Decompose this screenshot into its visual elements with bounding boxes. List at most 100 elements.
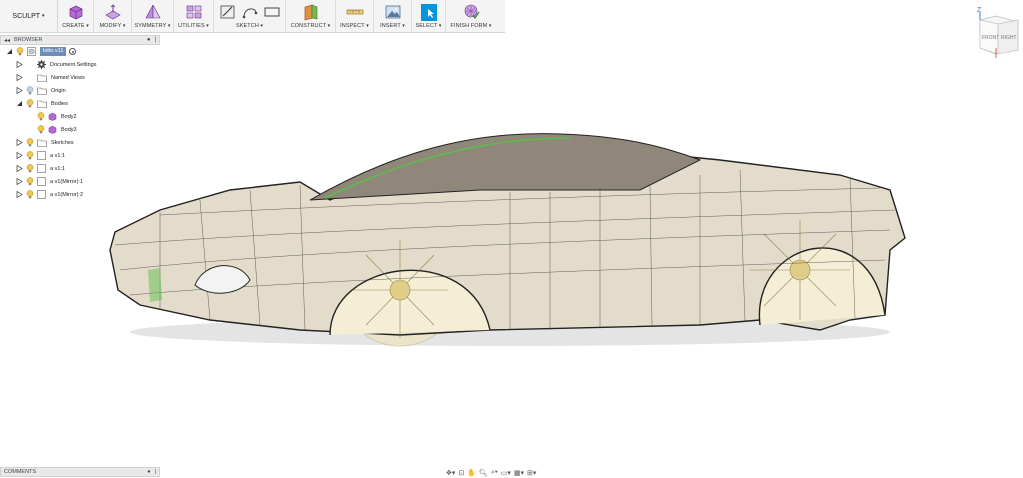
visibility-bulb-icon[interactable] bbox=[26, 164, 34, 173]
visibility-bulb-icon[interactable] bbox=[26, 151, 34, 160]
collapsed-arrow-icon[interactable] bbox=[16, 87, 23, 94]
tree-item-named-views[interactable]: Named Views bbox=[0, 71, 160, 84]
visibility-bulb-icon[interactable] bbox=[26, 177, 34, 186]
folder-icon bbox=[37, 139, 47, 147]
viewcube[interactable]: Z FRONT RIGHT bbox=[972, 6, 1020, 58]
create-label: CREATE bbox=[62, 23, 89, 29]
symmetry-icon bbox=[144, 4, 161, 19]
navigation-bar: ✥▾ ⊡ ✋ 🔍︎ ⌕▾ ▭▾ ▦▾ ⊞▾ bbox=[446, 467, 580, 478]
visibility-bulb-icon[interactable] bbox=[37, 125, 45, 134]
measure-icon bbox=[346, 9, 363, 15]
tree-item-origin[interactable]: Origin bbox=[0, 84, 160, 97]
insert-label: INSERT bbox=[380, 23, 405, 29]
tree-item-label: a v1:1 bbox=[50, 165, 65, 172]
active-radio-icon[interactable] bbox=[69, 48, 77, 55]
body-icon bbox=[48, 125, 57, 134]
comments-title: COMMENTS bbox=[4, 469, 37, 475]
tree-root[interactable]: lotto v11 bbox=[0, 45, 160, 58]
visibility-bulb-off-icon[interactable] bbox=[26, 86, 34, 95]
collapsed-arrow-icon[interactable] bbox=[16, 152, 23, 159]
component-icon bbox=[37, 177, 46, 186]
viewports-icon[interactable]: ⊞▾ bbox=[527, 469, 536, 477]
folder-icon bbox=[37, 100, 47, 108]
workspace-switcher[interactable]: SCULPT ▾ bbox=[0, 0, 58, 32]
select-menu[interactable]: SELECT bbox=[412, 0, 446, 32]
expanded-arrow-icon[interactable] bbox=[6, 48, 13, 55]
model-viewport[interactable] bbox=[100, 120, 920, 360]
component-icon bbox=[27, 47, 36, 56]
grid-settings-icon[interactable]: ▦▾ bbox=[514, 469, 524, 477]
finish-form-menu[interactable]: FINISH FORM bbox=[446, 0, 496, 32]
select-label: SELECT bbox=[415, 23, 441, 29]
look-at-icon[interactable]: ⊡ bbox=[458, 469, 464, 477]
finish-form-label: FINISH FORM bbox=[451, 23, 492, 29]
tree-item-label: Named Views bbox=[51, 74, 85, 81]
arc-icon bbox=[242, 8, 257, 19]
visibility-bulb-icon[interactable] bbox=[16, 47, 24, 56]
rear-wheel-spokes bbox=[750, 220, 850, 320]
comments-pin-icon[interactable]: ● bbox=[147, 469, 150, 475]
modify-label: MODIFY bbox=[99, 23, 125, 29]
zoom-icon[interactable]: 🔍︎ bbox=[479, 469, 488, 477]
sketch-label: SKETCH bbox=[236, 23, 263, 29]
symmetry-label: SYMMETRY bbox=[135, 23, 171, 29]
grille-highlight bbox=[148, 268, 162, 302]
tree-item-label: a v1(Mirror):2 bbox=[50, 191, 84, 198]
utilities-icon bbox=[186, 5, 201, 19]
component-icon bbox=[37, 190, 46, 199]
symmetry-menu[interactable]: SYMMETRY bbox=[132, 0, 174, 32]
gear-icon bbox=[37, 60, 46, 69]
root-label[interactable]: lotto v11 bbox=[40, 47, 67, 56]
comments-divider-icon: | bbox=[154, 469, 156, 475]
visibility-bulb-icon[interactable] bbox=[26, 99, 34, 108]
modify-icon bbox=[104, 4, 121, 20]
construct-label: CONSTRUCT bbox=[291, 23, 331, 29]
tree-item-label: Origin bbox=[51, 87, 66, 94]
construct-menu[interactable]: CONSTRUCT bbox=[286, 0, 336, 32]
orbit-icon[interactable]: ✥▾ bbox=[446, 469, 455, 477]
component-icon bbox=[37, 164, 46, 173]
collapsed-arrow-icon[interactable] bbox=[16, 139, 23, 146]
tree-item-label: Document Settings bbox=[50, 61, 97, 68]
expanded-arrow-icon[interactable] bbox=[16, 100, 23, 107]
fit-icon[interactable]: ⌕▾ bbox=[491, 469, 498, 477]
collapsed-arrow-icon[interactable] bbox=[16, 61, 23, 68]
right-face-label[interactable]: RIGHT bbox=[1001, 35, 1017, 41]
tree-item-label: Body3 bbox=[61, 126, 77, 133]
workspace-label: SCULPT bbox=[12, 12, 41, 20]
display-settings-icon[interactable]: ▭▾ bbox=[501, 469, 511, 477]
tree-item-label: a v1(Mirror):1 bbox=[50, 178, 84, 185]
collapsed-arrow-icon[interactable] bbox=[16, 165, 23, 172]
pan-icon[interactable]: ✋ bbox=[467, 469, 476, 477]
create-menu[interactable]: CREATE bbox=[58, 0, 94, 32]
visibility-bulb-icon[interactable] bbox=[26, 138, 34, 147]
comments-panel[interactable]: COMMENTS ● | bbox=[0, 467, 160, 477]
collapsed-arrow-icon[interactable] bbox=[16, 191, 23, 198]
tree-item-bodies[interactable]: Bodies bbox=[0, 97, 160, 110]
inspect-menu[interactable]: INSPECT bbox=[336, 0, 374, 32]
viewcube-graphic[interactable]: Z FRONT RIGHT bbox=[972, 6, 1020, 58]
visibility-bulb-icon[interactable] bbox=[26, 190, 34, 199]
front-face-label[interactable]: FRONT bbox=[982, 35, 999, 41]
sketch-menu[interactable]: SKETCH bbox=[214, 0, 286, 32]
folder-icon bbox=[37, 74, 47, 82]
finish-form-icon bbox=[464, 4, 480, 20]
tree-item-document-settings[interactable]: Document Settings bbox=[0, 58, 160, 71]
sketch-icon bbox=[220, 5, 234, 19]
insert-menu[interactable]: INSERT bbox=[374, 0, 412, 32]
collapse-panel-icon[interactable]: ◂◂ bbox=[4, 37, 10, 44]
collapsed-arrow-icon[interactable] bbox=[16, 74, 23, 81]
modify-menu[interactable]: MODIFY bbox=[94, 0, 132, 32]
tree-item-label: Sketches bbox=[51, 139, 74, 146]
tree-item-label: a v1:1 bbox=[50, 152, 65, 159]
inspect-label: INSPECT bbox=[340, 23, 369, 29]
body-icon bbox=[48, 112, 57, 121]
browser-title: BROWSER bbox=[14, 37, 43, 43]
browser-header: ◂◂ BROWSER ● | bbox=[0, 35, 160, 45]
insert-image-icon bbox=[385, 5, 400, 19]
z-axis-label: Z bbox=[977, 7, 982, 14]
pin-icon[interactable]: ● bbox=[147, 37, 151, 43]
utilities-menu[interactable]: UTILITIES bbox=[174, 0, 214, 32]
collapsed-arrow-icon[interactable] bbox=[16, 178, 23, 185]
visibility-bulb-icon[interactable] bbox=[37, 112, 45, 121]
